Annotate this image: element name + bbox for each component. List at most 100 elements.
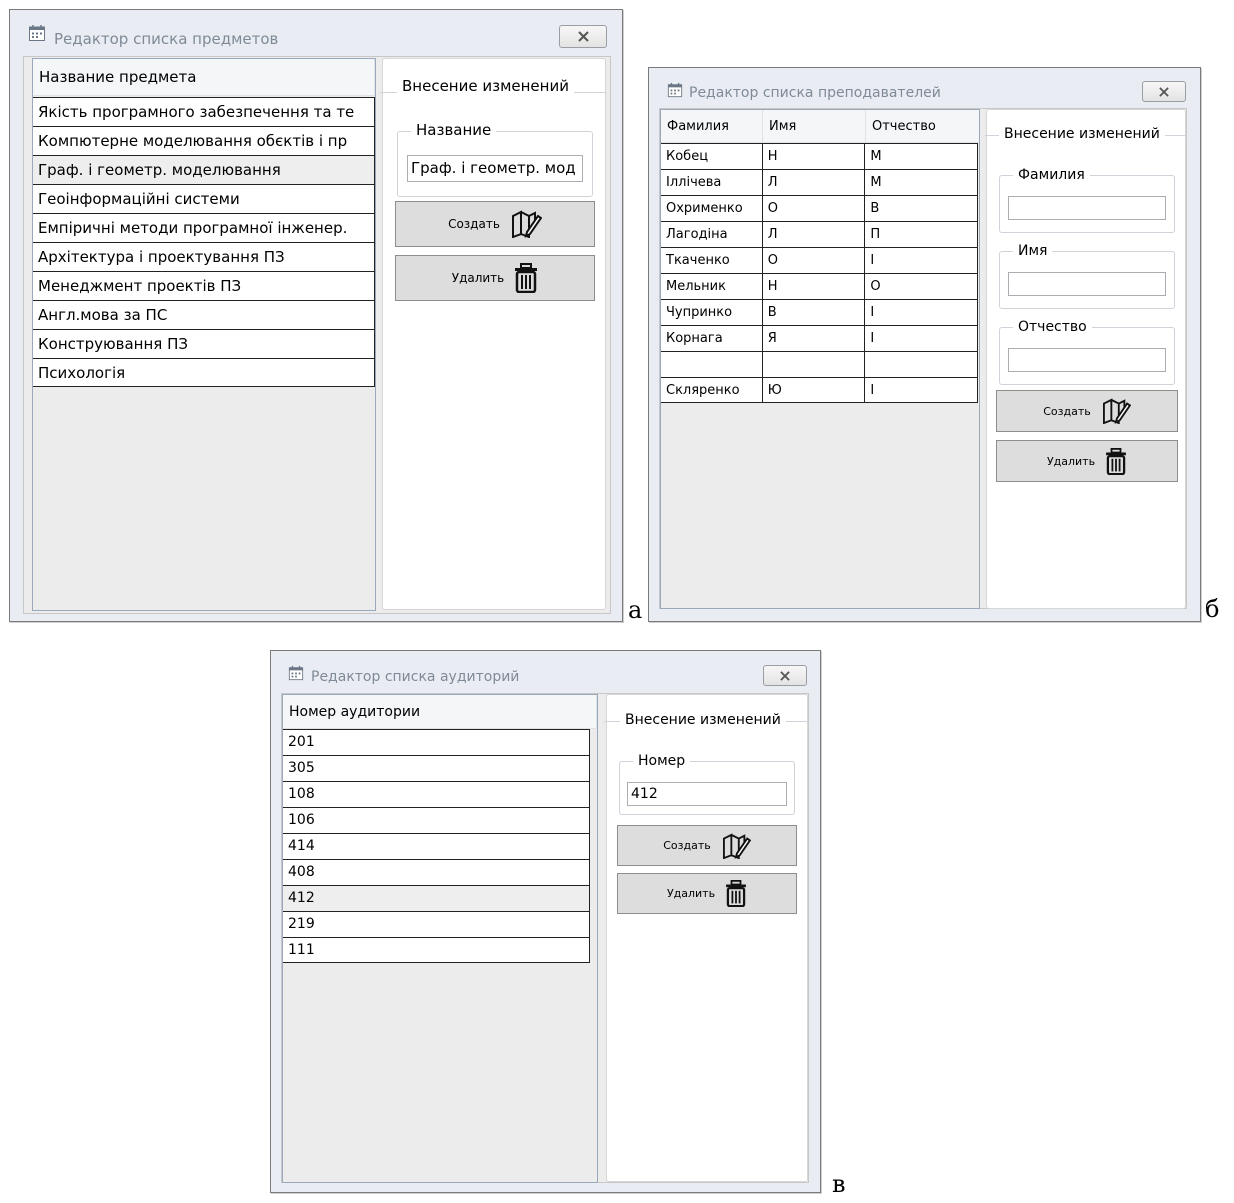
table-row[interactable]: Психологія (33, 358, 375, 387)
table-row[interactable]: 408 (283, 859, 590, 885)
table-row[interactable]: Менеджмент проектів ПЗ (33, 271, 375, 300)
name-input[interactable] (1008, 272, 1166, 296)
table-row[interactable]: Якість програмного забезпечення та те (33, 97, 375, 126)
create-button[interactable]: Создать (395, 201, 595, 247)
delete-button-label: Удалить (1046, 454, 1096, 468)
name-input[interactable]: Граф. і геометр. мод (407, 155, 583, 182)
delete-button-label: Удалить (666, 887, 716, 900)
table-row[interactable]: Емпіричні методи програмної інженер. (33, 213, 375, 242)
table-row[interactable]: Архітектура і проектування ПЗ (33, 242, 375, 271)
subject-name-cell: Психологія (38, 364, 126, 382)
table-row[interactable] (661, 351, 978, 377)
calendar-icon (288, 665, 304, 685)
title-bar: Редактор списка аудиторий (271, 651, 820, 693)
subject-name-cell: Англ.мова за ПС (38, 306, 168, 324)
surname-cell: Скляренко (661, 378, 763, 402)
table-row[interactable]: 111 (283, 937, 590, 963)
room-number-cell: 108 (288, 786, 315, 802)
name-cell: Н (763, 144, 866, 169)
room-number-cell: 305 (288, 760, 315, 776)
patronymic-cell: М (870, 175, 882, 190)
name-cell: О (763, 248, 866, 273)
title-bar: Редактор списка предметов (10, 10, 622, 56)
close-icon (780, 670, 790, 681)
number-input[interactable]: 412 (627, 782, 787, 806)
grid-header: Название предмета (33, 59, 375, 96)
trash-icon (1106, 447, 1126, 475)
title-bar: Редактор списка преподавателей (649, 68, 1200, 110)
patronymic-cell: В (870, 201, 880, 216)
subject-name-cell: Архітектура і проектування ПЗ (38, 248, 285, 266)
table-row[interactable]: Ткаченко О І (661, 247, 978, 273)
window-classrooms: Редактор списка аудиторий Номер аудитори… (270, 650, 821, 1193)
table-row[interactable]: 219 (283, 911, 590, 937)
table-row[interactable]: 106 (283, 807, 590, 833)
calendar-icon (28, 24, 46, 46)
close-button[interactable] (1142, 81, 1186, 102)
table-row[interactable]: Мельник Н О (661, 273, 978, 299)
surname-cell: Кобец (661, 144, 763, 169)
surname-input[interactable] (1008, 196, 1166, 220)
create-button[interactable]: Создать (617, 825, 797, 866)
subject-name-cell: Геоінформаційні системи (38, 190, 240, 208)
window-body: Номер аудитории 201 305 108 106 414 408 412 219… (281, 693, 809, 1183)
table-row[interactable]: Конструювання ПЗ (33, 329, 375, 358)
create-button[interactable]: Создать (996, 390, 1178, 432)
table-row[interactable]: Іллічева Л М (661, 169, 978, 195)
teachers-grid[interactable]: Фамилия Имя Отчество Кобец Н М Іллічева Л М Ох… (660, 109, 980, 609)
room-number-cell: 414 (288, 838, 315, 854)
table-row[interactable]: Кобец Н М (661, 143, 978, 169)
column-header-room[interactable]: Номер аудитории (283, 695, 597, 728)
edit-panel: Внесение изменений Номер 412 Создать Уда… (603, 694, 809, 1182)
table-row[interactable]: Чупринко В І (661, 299, 978, 325)
name-cell: Л (763, 170, 866, 195)
patronymic-input[interactable] (1008, 348, 1166, 372)
table-row[interactable]: 305 (283, 755, 590, 781)
room-number-cell: 111 (288, 942, 315, 958)
room-number-cell: 219 (288, 916, 315, 932)
subjects-grid[interactable]: Название предмета Якість програмного заб… (32, 58, 376, 611)
surname-cell (661, 352, 763, 377)
table-row[interactable]: Компютерне моделювання обєктів і пр (33, 126, 375, 155)
room-number-cell: 412 (288, 890, 315, 906)
edit-icon (511, 210, 542, 238)
panel-title: Внесение изменений (397, 77, 574, 95)
column-header-subject[interactable]: Название предмета (33, 59, 375, 95)
delete-button[interactable]: Удалить (996, 440, 1178, 482)
table-row[interactable]: Граф. і геометр. моделювання (33, 155, 375, 184)
table-row[interactable]: Геоінформаційні системи (33, 184, 375, 213)
table-row[interactable]: 108 (283, 781, 590, 807)
table-row[interactable]: Охрименко О В (661, 195, 978, 221)
table-row[interactable]: 414 (283, 833, 590, 859)
edit-icon (1102, 398, 1131, 424)
column-header-name[interactable]: Имя (763, 110, 866, 142)
patronymic-cell: П (870, 227, 881, 242)
table-row[interactable]: Корнага Я І (661, 325, 978, 351)
column-header-surname[interactable]: Фамилия (661, 110, 763, 142)
table-row[interactable]: 201 (283, 729, 590, 755)
table-row[interactable]: 412 (283, 885, 590, 911)
patronymic-cell: І (870, 253, 875, 268)
table-row[interactable]: Англ.мова за ПС (33, 300, 375, 329)
surname-cell: Лагодіна (661, 222, 763, 247)
window-title: Редактор списка аудиторий (311, 669, 520, 685)
edit-panel: Внесение изменений Название Граф. і геом… (379, 58, 607, 610)
window-title: Редактор списка преподавателей (689, 85, 941, 101)
table-row[interactable]: Скляренко Ю І (661, 377, 978, 403)
patronymic-cell: М (870, 149, 882, 164)
close-button[interactable] (763, 665, 807, 686)
name-cell: Ю (763, 378, 866, 402)
name-label: Имя (1013, 243, 1053, 259)
table-row[interactable]: Лагодіна Л П (661, 221, 978, 247)
caption-c: в (832, 1170, 846, 1198)
column-header-patronymic[interactable]: Отчество (866, 110, 969, 142)
surname-label: Фамилия (1013, 167, 1090, 183)
delete-button[interactable]: Удалить (395, 255, 595, 301)
delete-button[interactable]: Удалить (617, 873, 797, 914)
close-button[interactable] (559, 25, 607, 48)
classrooms-grid[interactable]: Номер аудитории 201 305 108 106 414 408 412 219… (282, 694, 598, 1183)
surname-cell: Корнага (661, 326, 763, 351)
edit-panel: Внесение изменений Фамилия Имя Отчество … (983, 109, 1187, 609)
trash-icon (726, 880, 746, 907)
patronymic-cell: І (870, 305, 875, 320)
